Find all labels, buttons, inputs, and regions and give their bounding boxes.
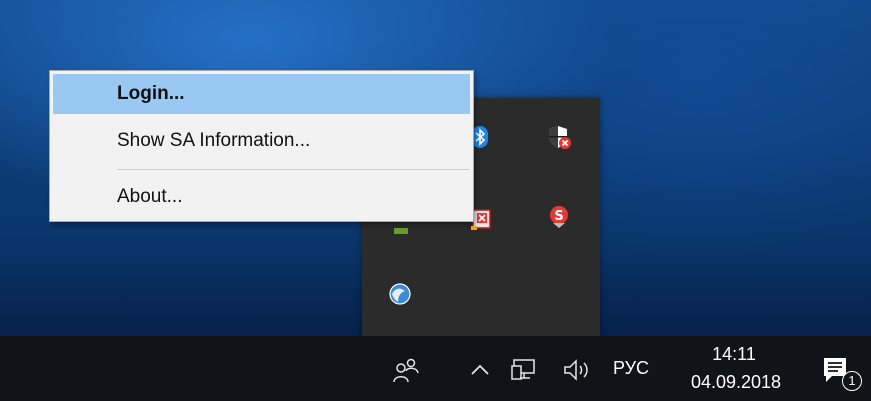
- menu-separator: [117, 169, 469, 170]
- menu-item-label: Show SA Information...: [117, 130, 311, 151]
- chevron-up-icon[interactable]: [468, 358, 492, 382]
- clock-date: 04.09.2018: [690, 372, 782, 392]
- context-menu: Login... Show SA Information... About...: [49, 70, 474, 222]
- sa-s-icon[interactable]: S: [546, 204, 572, 230]
- action-center-icon[interactable]: 1: [820, 354, 862, 394]
- menu-item-login[interactable]: Login...: [53, 74, 470, 114]
- taskbar: РУС 14:11 04.09.2018 1: [0, 336, 871, 401]
- language-indicator[interactable]: РУС: [613, 358, 649, 379]
- notification-count-badge: 1: [842, 371, 862, 391]
- menu-item-label: About...: [117, 186, 183, 207]
- security-shield-icon[interactable]: [546, 124, 572, 150]
- menu-item-about[interactable]: About...: [53, 177, 470, 217]
- menu-item-show-sa-information[interactable]: Show SA Information...: [53, 121, 470, 161]
- clock-time: 14:11: [712, 344, 756, 364]
- svg-text:S: S: [554, 209, 563, 224]
- menu-item-label: Login...: [117, 83, 185, 104]
- network-globe-icon[interactable]: [387, 281, 413, 307]
- network-icon[interactable]: [510, 356, 538, 384]
- people-icon[interactable]: [392, 356, 422, 386]
- volume-icon[interactable]: [562, 356, 594, 384]
